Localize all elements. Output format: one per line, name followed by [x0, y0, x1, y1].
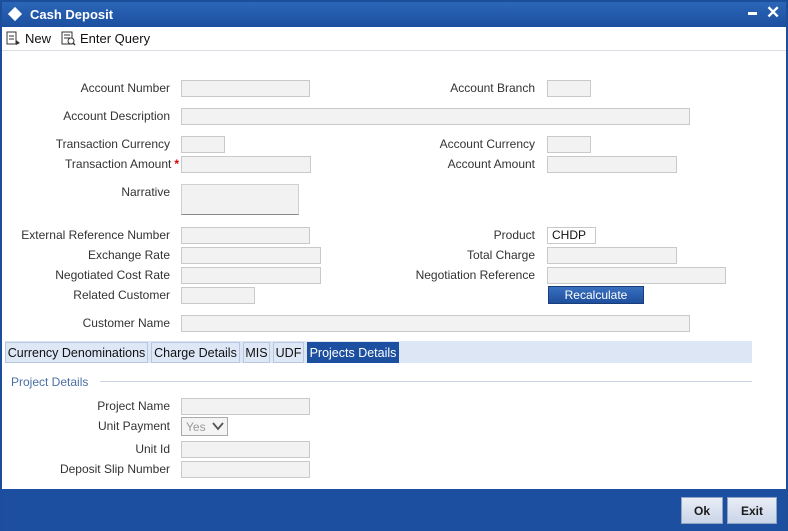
unit-payment-label: Unit Payment	[97, 419, 170, 433]
new-icon	[6, 31, 20, 45]
negotiated-cost-rate-input[interactable]	[181, 267, 321, 284]
customer-name-input[interactable]	[181, 315, 690, 332]
exit-button[interactable]: Exit	[727, 497, 777, 524]
ok-button[interactable]: Ok	[681, 497, 723, 524]
window-title: Cash Deposit	[30, 7, 114, 22]
enter-query-button[interactable]: Enter Query	[60, 29, 150, 47]
related-customer-input[interactable]	[181, 287, 255, 304]
account-amount-label: Account Amount	[447, 157, 535, 171]
unit-payment-select[interactable]: Yes	[181, 417, 228, 436]
narrative-textarea[interactable]	[181, 184, 299, 215]
exchange-rate-label: Exchange Rate	[87, 248, 170, 262]
window-menu-icon[interactable]	[7, 6, 23, 22]
account-branch-label: Account Branch	[450, 81, 535, 95]
tab-mis[interactable]: MIS	[243, 342, 270, 363]
close-icon[interactable]: ✕	[766, 4, 780, 22]
deposit-slip-number-label: Deposit Slip Number	[59, 462, 170, 476]
deposit-slip-number-input[interactable]	[181, 461, 310, 478]
negotiation-reference-input[interactable]	[547, 267, 726, 284]
negotiated-cost-rate-label: Negotiated Cost Rate	[55, 268, 170, 282]
project-name-label: Project Name	[97, 399, 170, 413]
account-number-label: Account Number	[80, 81, 170, 95]
product-label: Product	[493, 228, 535, 242]
toolbar: New Enter Query	[2, 27, 786, 51]
account-currency-input[interactable]	[547, 136, 591, 153]
tab-charge-details[interactable]: Charge Details	[151, 342, 240, 363]
transaction-currency-label: Transaction Currency	[55, 137, 170, 151]
account-currency-label: Account Currency	[439, 137, 535, 151]
account-description-input[interactable]	[181, 108, 690, 125]
transaction-amount-label-text: Transaction Amount	[65, 157, 172, 171]
minimize-icon[interactable]	[748, 12, 757, 15]
chevron-down-icon	[212, 422, 224, 431]
form-content: Account Number Account Branch Account De…	[2, 51, 786, 489]
transaction-currency-input[interactable]	[181, 136, 225, 153]
exchange-rate-input[interactable]	[181, 247, 321, 264]
unit-payment-value: Yes	[186, 419, 206, 434]
external-reference-label: External Reference Number	[21, 228, 170, 242]
tab-strip: Currency Denominations Charge Details MI…	[5, 341, 752, 363]
external-reference-input[interactable]	[181, 227, 310, 244]
unit-id-input[interactable]	[181, 441, 310, 458]
tab-projects-details[interactable]: Projects Details	[307, 342, 399, 363]
enter-query-label: Enter Query	[80, 30, 151, 46]
tab-udf[interactable]: UDF	[273, 342, 304, 363]
narrative-label: Narrative	[121, 185, 170, 199]
total-charge-input[interactable]	[547, 247, 677, 264]
related-customer-label: Related Customer	[73, 288, 170, 302]
customer-name-label: Customer Name	[82, 316, 170, 330]
unit-id-label: Unit Id	[135, 442, 170, 456]
cash-deposit-window: Cash Deposit ✕ New Enter Query Account N…	[0, 0, 788, 531]
product-input[interactable]: CHDP	[547, 227, 596, 244]
project-details-section-title: Project Details	[11, 375, 89, 389]
recalculate-button[interactable]: Recalculate	[548, 286, 644, 304]
account-description-label: Account Description	[63, 109, 170, 123]
project-name-input[interactable]	[181, 398, 310, 415]
tab-currency-denominations[interactable]: Currency Denominations	[5, 342, 148, 363]
footer-bar: Ok Exit	[2, 489, 786, 531]
account-branch-input[interactable]	[547, 80, 591, 97]
new-label: New	[25, 30, 52, 46]
required-marker: *	[174, 157, 179, 171]
total-charge-label: Total Charge	[466, 248, 535, 262]
negotiation-reference-label: Negotiation Reference	[415, 268, 535, 282]
new-button[interactable]: New	[5, 29, 51, 47]
account-number-input[interactable]	[181, 80, 310, 97]
transaction-amount-label: Transaction Amount *	[65, 157, 179, 171]
enter-query-icon	[61, 31, 76, 46]
title-bar: Cash Deposit ✕	[2, 2, 786, 27]
section-divider	[100, 381, 752, 382]
transaction-amount-input[interactable]	[181, 156, 311, 173]
account-amount-input[interactable]	[547, 156, 677, 173]
